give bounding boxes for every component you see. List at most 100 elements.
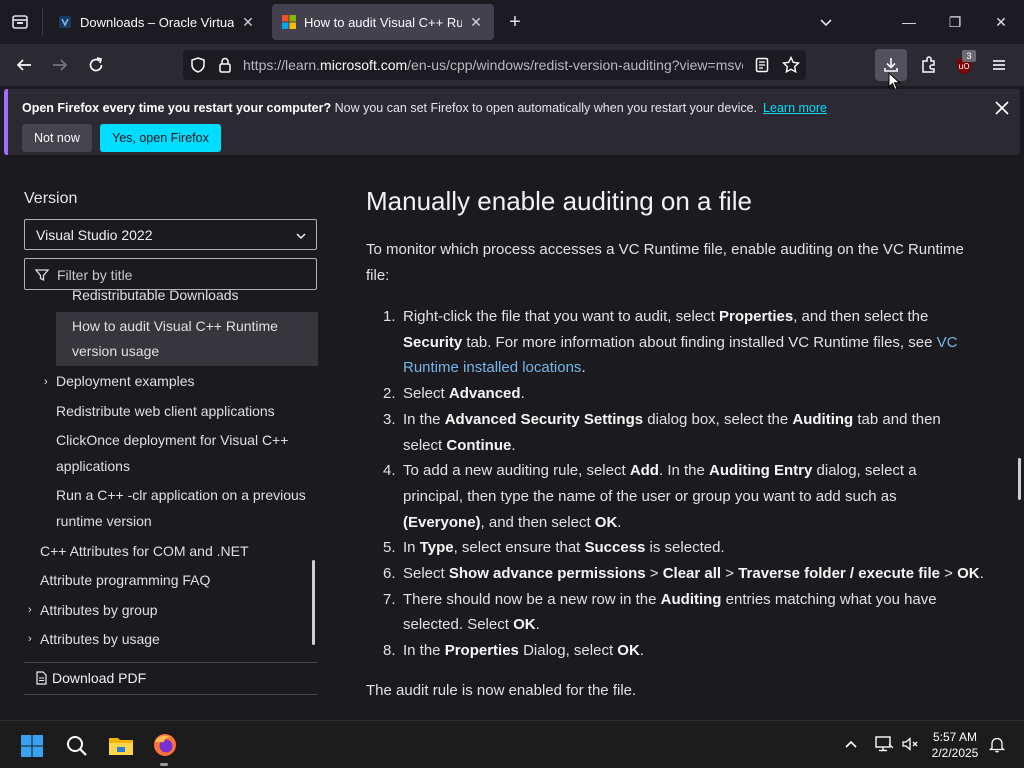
toc-item-run-clr-line1[interactable]: Run a C++ -clr application on a previous (56, 483, 306, 508)
page-content: Version Visual Studio 2022 Filter by tit… (0, 160, 1024, 720)
filter-funnel-icon (34, 267, 50, 283)
page-scrollbar-thumb[interactable] (1018, 458, 1021, 500)
chevron-right-icon[interactable]: › (44, 376, 48, 388)
show-hidden-icons-chevron-icon[interactable] (843, 736, 859, 752)
download-pdf-label: Download PDF (52, 670, 147, 686)
network-display-icon[interactable] (874, 735, 894, 753)
intro-paragraph: To monitor which process accesses a VC R… (366, 237, 964, 288)
vc-runtime-locations-link[interactable]: Runtime installed locations (403, 359, 581, 376)
toc-scrollbar-thumb[interactable] (312, 560, 315, 645)
vc-runtime-locations-link[interactable]: VC (937, 334, 958, 351)
toc-item-audit-runtime-version[interactable]: How to audit Visual C++ Runtime version … (56, 312, 318, 366)
svg-text:uO: uO (958, 62, 969, 71)
article-heading: Manually enable auditing on a file (366, 186, 752, 216)
virtualbox-favicon-icon (58, 15, 72, 29)
pdf-file-icon (34, 671, 48, 685)
clock-date: 2/2/2025 (931, 746, 979, 760)
notification-message: Open Firefox every time you restart your… (22, 101, 827, 115)
bookmark-star-icon[interactable] (781, 55, 801, 75)
running-app-indicator (160, 763, 168, 766)
version-heading: Version (24, 190, 78, 207)
steps-list: 1. Right-click the file that you want to… (383, 304, 998, 664)
extensions-puzzle-icon[interactable] (918, 54, 940, 76)
lock-icon[interactable] (217, 56, 233, 74)
toc-sidebar: Version Visual Studio 2022 Filter by tit… (24, 160, 318, 720)
intro-line-2: file: (366, 266, 390, 284)
list-item: 1. Right-click the file that you want to… (383, 308, 958, 377)
toc-item-attributes-by-group[interactable]: Attributes by group (40, 598, 158, 623)
forward-icon[interactable] (47, 52, 73, 78)
version-select[interactable]: Visual Studio 2022 (24, 219, 317, 250)
list-item: 7. There should now be a new row in the … (383, 590, 937, 634)
ublock-extension-icon[interactable]: uO 3 (953, 50, 976, 77)
version-selected-value: Visual Studio 2022 (36, 227, 153, 243)
firefox-view-icon[interactable] (8, 10, 32, 34)
toc-tree: Redistributable Downloads How to audit V… (24, 290, 318, 658)
toc-item-redistributable-downloads[interactable]: Redistributable Downloads (72, 290, 239, 308)
download-pdf-button[interactable]: Download PDF (34, 670, 146, 686)
toc-item-label-line2: version usage (72, 343, 160, 359)
toc-item-clickonce-line1[interactable]: ClickOnce deployment for Visual C++ (56, 428, 288, 453)
hamburger-menu-icon[interactable] (988, 54, 1010, 76)
intro-line-1: To monitor which process accesses a VC R… (366, 241, 964, 258)
address-bar[interactable]: https://learn.microsoft.com/en-us/cpp/wi… (183, 50, 806, 80)
chevron-right-icon[interactable]: › (28, 604, 32, 616)
list-item: 5. In Type, select ensure that Success i… (383, 539, 725, 557)
filter-by-title-input[interactable]: Filter by title (24, 258, 317, 290)
restart-notification-bar: Open Firefox every time you restart your… (4, 89, 1020, 155)
close-window-icon[interactable]: ✕ (989, 10, 1013, 34)
tab-virtualbox-downloads[interactable]: Downloads – Oracle VirtualBox ✕ (48, 4, 266, 40)
search-icon[interactable] (65, 734, 89, 758)
url-text[interactable]: https://learn.microsoft.com/en-us/cpp/wi… (243, 57, 743, 73)
firefox-taskbar-icon[interactable] (152, 732, 178, 758)
speaker-muted-icon[interactable] (901, 735, 919, 753)
url-host: microsoft.com (320, 57, 408, 73)
close-tab-icon[interactable]: ✕ (468, 14, 484, 31)
list-item: 8. In the Properties Dialog, select OK. (383, 642, 644, 660)
list-item: 6. Select Show advance permissions > Cle… (383, 565, 984, 583)
not-now-button[interactable]: Not now (22, 124, 92, 152)
extension-badge-count: 3 (962, 50, 976, 62)
list-item: 3. In the Advanced Security Settings dia… (383, 410, 941, 454)
yes-open-firefox-button[interactable]: Yes, open Firefox (100, 124, 221, 152)
toc-item-deployment-examples[interactable]: Deployment examples (56, 369, 195, 394)
tracking-protection-shield-icon[interactable] (189, 56, 207, 74)
new-tab-icon[interactable]: + (504, 10, 526, 34)
toc-item-redistribute-web-client[interactable]: Redistribute web client applications (56, 399, 275, 424)
learn-more-link[interactable]: Learn more (763, 101, 827, 115)
url-prefix: https://learn. (243, 57, 321, 73)
tab-label: How to audit Visual C++ Runtim (304, 14, 462, 30)
close-tab-icon[interactable]: ✕ (240, 14, 256, 31)
restore-window-icon[interactable]: ❐ (943, 10, 967, 34)
divider (24, 662, 317, 663)
tab-separator (42, 8, 43, 36)
tab-audit-visual-cpp[interactable]: How to audit Visual C++ Runtim ✕ (272, 4, 494, 40)
minimize-window-icon[interactable]: — (897, 10, 921, 34)
tab-strip: Downloads – Oracle VirtualBox ✕ How to a… (0, 0, 1024, 44)
toc-item-attribute-programming-faq[interactable]: Attribute programming FAQ (40, 568, 210, 593)
system-clock[interactable]: 5:57 AM 2/2/2025 (925, 729, 985, 761)
reload-icon[interactable] (83, 52, 109, 78)
notification-question: Open Firefox every time you restart your… (22, 101, 332, 115)
close-notification-icon[interactable] (993, 99, 1011, 117)
tab-label: Downloads – Oracle VirtualBox (80, 14, 234, 30)
chevron-right-icon[interactable]: › (28, 633, 32, 645)
list-all-tabs-icon[interactable] (814, 10, 838, 34)
toc-item-clickonce-line2[interactable]: applications (56, 454, 130, 479)
toc-item-attributes-by-usage[interactable]: Attributes by usage (40, 627, 160, 652)
toc-item-cpp-attributes-com-net[interactable]: C++ Attributes for COM and .NET (40, 539, 249, 564)
url-path: /en-us/cpp/windows/redist-version-auditi… (407, 57, 743, 73)
article-main: Manually enable auditing on a file To mo… (366, 160, 998, 720)
toc-item-run-clr-line2[interactable]: runtime version (56, 509, 152, 534)
file-explorer-icon[interactable] (108, 734, 134, 758)
windows-start-icon[interactable] (20, 734, 44, 758)
notification-bell-icon[interactable] (988, 735, 1006, 753)
back-icon[interactable] (11, 52, 37, 78)
notification-body: Now you can set Firefox to open automati… (334, 101, 758, 115)
list-item: 2. Select Advanced. (383, 385, 525, 403)
chevron-down-icon (295, 229, 307, 241)
outro-paragraph: The audit rule is now enabled for the fi… (366, 682, 637, 699)
toc-item-label-line1: How to audit Visual C++ Runtime (72, 318, 278, 334)
reader-view-icon[interactable] (753, 56, 771, 74)
divider (24, 694, 317, 695)
